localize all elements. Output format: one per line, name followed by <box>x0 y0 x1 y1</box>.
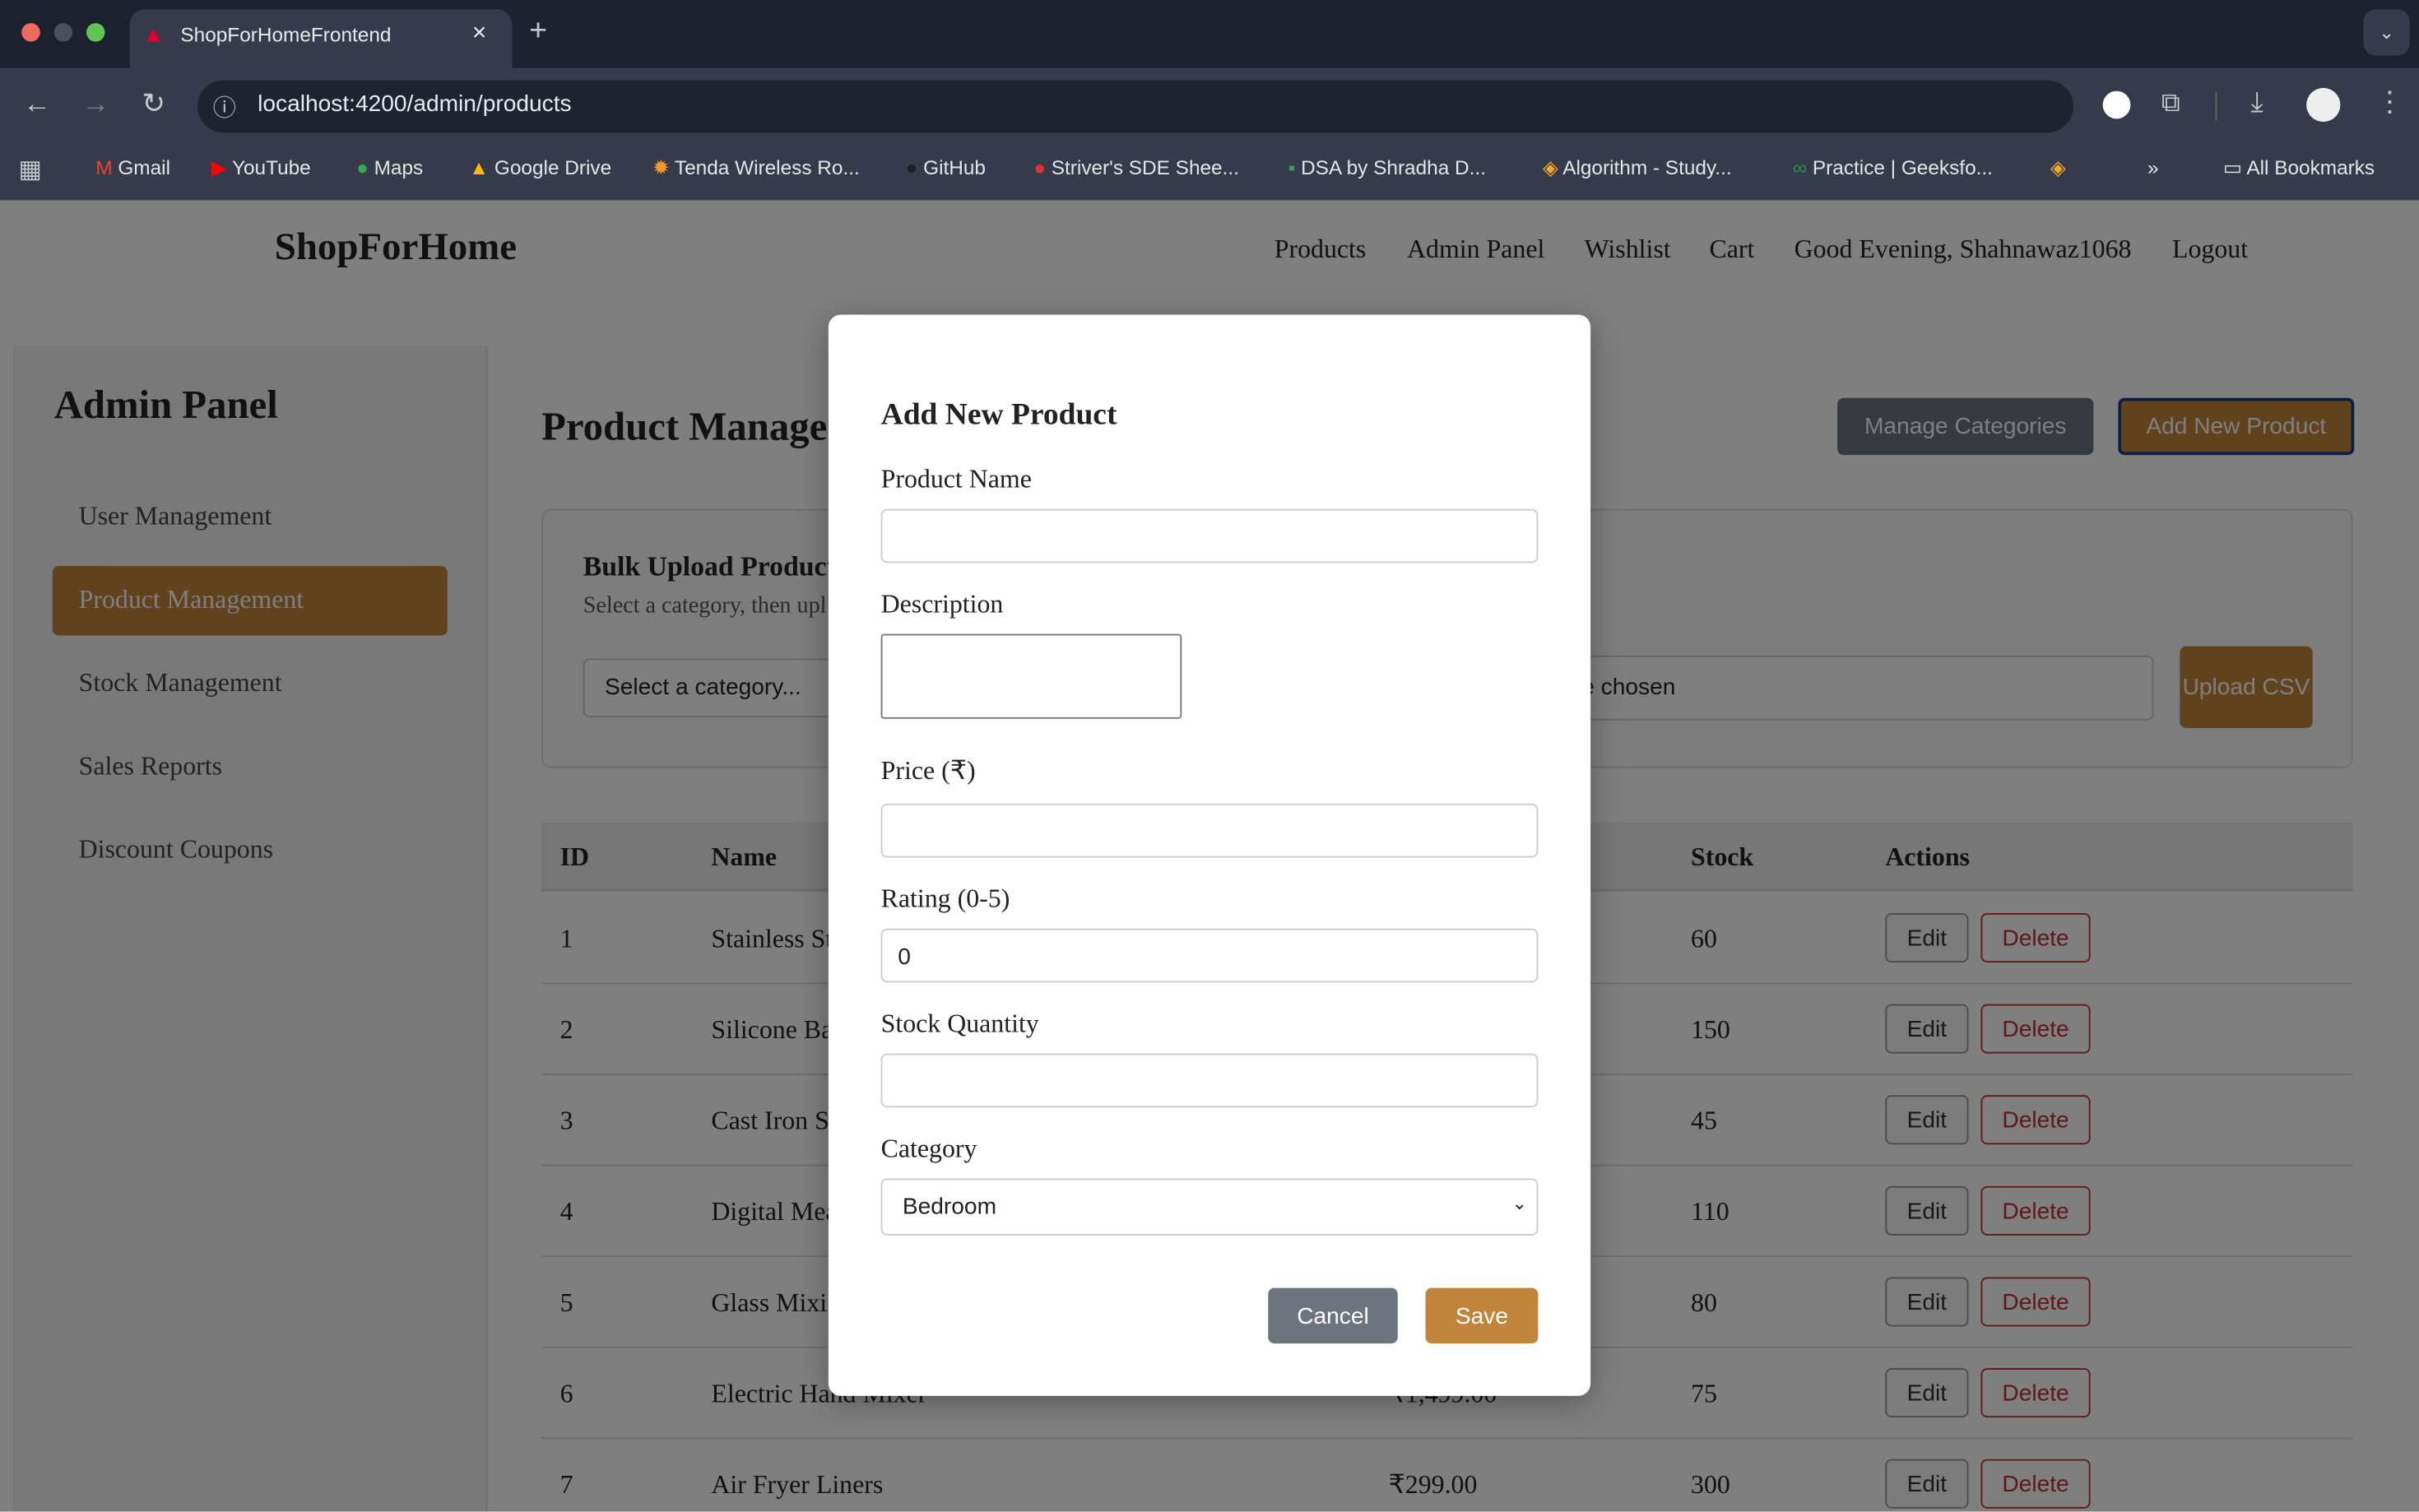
bookmark-youtube[interactable]: ▶ YouTube <box>211 155 311 180</box>
back-icon[interactable]: ← <box>23 88 51 120</box>
price-label: Price (₹) <box>880 755 976 786</box>
description-textarea[interactable] <box>880 633 1182 719</box>
address-bar[interactable]: ⓘ localhost:4200/admin/products <box>197 80 2073 133</box>
more-bookmarks-icon[interactable]: » <box>2147 155 2159 179</box>
bookmark-google-drive[interactable]: ▲ Google Drive <box>469 155 611 179</box>
divider <box>2215 92 2217 121</box>
sheets-icon: ▪ <box>1288 155 1302 179</box>
youtube-icon: ▶ <box>211 155 232 179</box>
menu-icon[interactable]: ⋮ <box>2376 86 2404 118</box>
tuf-icon: ● <box>1033 155 1052 179</box>
gmail-icon: M <box>95 155 118 179</box>
close-tab-icon[interactable]: × <box>472 20 487 48</box>
chevron-down-icon: ⌄ <box>1511 1192 1528 1214</box>
category-select[interactable]: Bedroom ⌄ <box>880 1178 1539 1236</box>
description-label: Description <box>880 589 1004 619</box>
bookmark-maps[interactable]: ● Maps <box>356 155 423 179</box>
tab-title: ShopForHomeFrontend <box>180 23 392 47</box>
url-text: localhost:4200/admin/products <box>258 90 572 118</box>
download-icon[interactable]: ⤓ <box>2251 86 2263 118</box>
site-info-icon[interactable]: ⓘ <box>213 91 236 123</box>
add-product-modal: Add New Product Product Name Description… <box>828 314 1591 1396</box>
tenda-icon: ✹ <box>652 155 675 179</box>
rating-input[interactable]: 0 <box>880 928 1539 983</box>
github-icon: ● <box>905 155 924 179</box>
modal-title: Add New Product <box>880 397 1117 432</box>
reload-icon[interactable]: ↻ <box>142 88 165 120</box>
forward-icon[interactable]: → <box>81 88 109 120</box>
folder-icon: ▭ <box>2222 155 2247 179</box>
product-name-input[interactable] <box>880 508 1539 564</box>
drive-icon: ▲ <box>469 155 494 179</box>
browser-tab[interactable]: ▲ ShopForHomeFrontend × <box>129 9 513 68</box>
profile-avatar[interactable] <box>2306 87 2341 123</box>
stock-quantity-input[interactable] <box>880 1053 1539 1108</box>
cancel-button[interactable]: Cancel <box>1268 1287 1398 1344</box>
price-input[interactable] <box>880 803 1539 858</box>
bookmark-gmail[interactable]: M Gmail <box>95 155 170 179</box>
bookmark-extra-icon[interactable]: ◈ <box>2050 155 2066 180</box>
gfg-icon: ∞ <box>1792 155 1813 179</box>
apps-grid-icon[interactable]: ▦ <box>19 155 42 186</box>
bookmark-algorithm[interactable]: ◈ Algorithm - Study... <box>1543 155 1732 180</box>
tab-search-icon[interactable]: ⌄ <box>2363 9 2410 56</box>
minimize-window-button[interactable] <box>53 23 73 42</box>
algorithm-icon: ◈ <box>1543 155 1563 179</box>
bookmark-tenda[interactable]: ✹ Tenda Wireless Ro... <box>652 155 860 180</box>
bookmark-dsa[interactable]: ▪ DSA by Shradha D... <box>1288 155 1486 179</box>
new-tab-icon[interactable]: + <box>529 14 547 49</box>
maps-icon: ● <box>356 155 374 179</box>
bookmark-striver[interactable]: ● Striver's SDE Shee... <box>1033 155 1239 179</box>
all-bookmarks[interactable]: ▭ All Bookmarks <box>2223 155 2375 180</box>
maximize-window-button[interactable] <box>86 23 105 42</box>
angular-icon: ▲ <box>142 21 165 49</box>
bookmark-github[interactable]: ● GitHub <box>906 155 986 179</box>
bookmark-geeksforgeeks[interactable]: ∞ Practice | Geeksfo... <box>1793 155 1993 179</box>
rating-label: Rating (0-5) <box>880 884 1010 913</box>
save-button[interactable]: Save <box>1425 1287 1539 1344</box>
category-selected-value: Bedroom <box>902 1194 997 1221</box>
extensions-icon[interactable]: ⧉ <box>2161 88 2180 119</box>
extension-icon[interactable] <box>2102 90 2131 119</box>
close-window-button[interactable] <box>21 23 40 42</box>
product-name-label: Product Name <box>880 464 1032 494</box>
stock-quantity-label: Stock Quantity <box>880 1009 1039 1038</box>
browser-tab-bar: ▲ ShopForHomeFrontend × + ⌄ <box>0 0 2419 68</box>
category-label: Category <box>880 1134 977 1163</box>
